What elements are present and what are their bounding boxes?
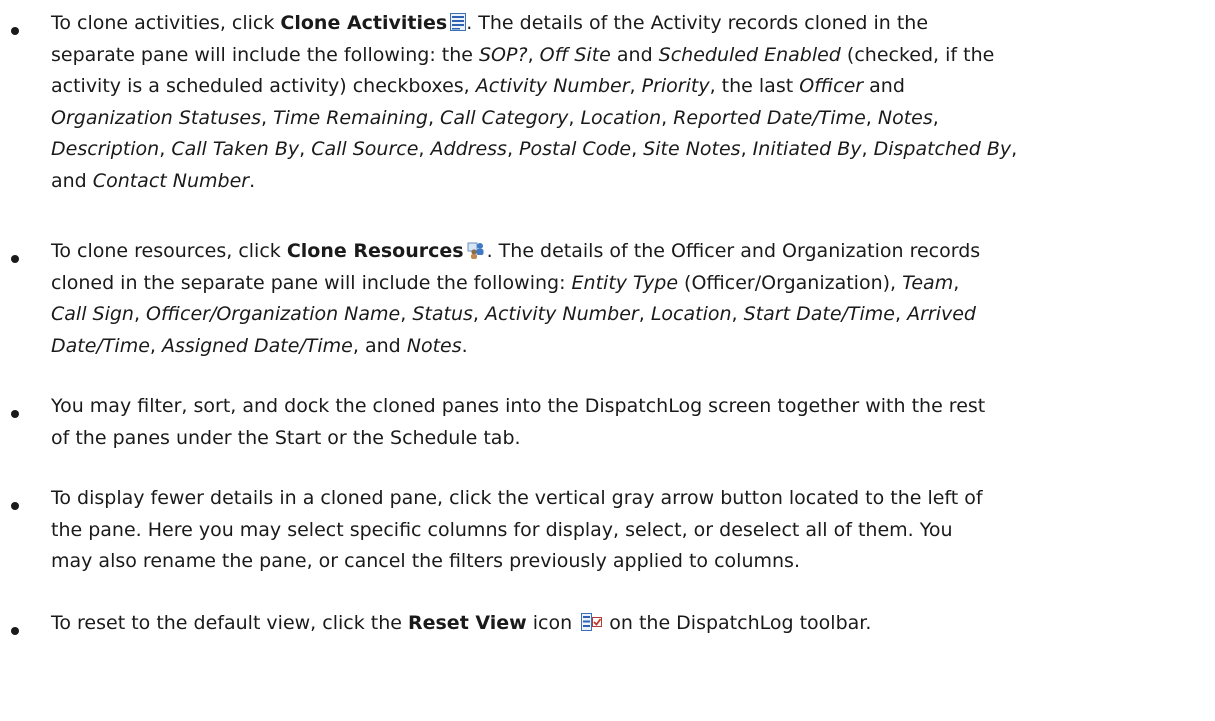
- bullet-marker: [11, 502, 19, 510]
- text-line: cloned in the separate pane will include…: [51, 271, 960, 294]
- bullet-filter-sort-dock: You may filter, sort, and dock the clone…: [51, 391, 1171, 454]
- bullet-marker: [11, 627, 19, 635]
- text-line: Call Sign, Officer/Organization Name, St…: [51, 303, 976, 325]
- clone-resources-label: Clone Resources: [286, 240, 464, 262]
- clone-resources-icon: [467, 241, 487, 259]
- text-line: activity is a scheduled activity) checkb…: [51, 75, 905, 97]
- bullet-marker: [11, 410, 19, 418]
- bullet-reset-view: To reset to the default view, click the …: [51, 608, 1171, 640]
- text-line: may also rename the pane, or cancel the …: [51, 550, 800, 572]
- text-line: of the panes under the Start or the Sche…: [51, 426, 521, 449]
- text-line: the pane. Here you may select specific c…: [51, 518, 953, 541]
- bullet-clone-resources: To clone resources, click Clone Resource…: [51, 236, 1171, 362]
- text-line: You may filter, sort, and dock the clone…: [51, 395, 986, 417]
- text-line: Organization Statuses, Time Remaining, C…: [51, 106, 939, 129]
- text-line: To clone resources, click Clone Resource…: [51, 240, 981, 262]
- bullet-marker: [11, 27, 19, 35]
- reset-view-icon: [581, 613, 603, 631]
- text-line: Description, Call Taken By, Call Source,…: [51, 138, 1018, 160]
- text-line: separate pane will include the following…: [51, 43, 995, 66]
- bullet-clone-activities: To clone activities, click Clone Activit…: [51, 8, 1171, 197]
- text-line: and Contact Number.: [51, 169, 256, 192]
- document-body: To clone activities, click Clone Activit…: [0, 0, 1215, 721]
- bullet-fewer-details: To display fewer details in a cloned pan…: [51, 483, 1171, 578]
- text-line: To reset to the default view, click the …: [51, 612, 872, 634]
- text-line: Date/Time, Assigned Date/Time, and Notes…: [51, 334, 468, 357]
- reset-view-label: Reset View: [407, 612, 527, 634]
- text-line: To display fewer details in a cloned pan…: [51, 487, 983, 509]
- clone-activities-label: Clone Activities: [280, 12, 448, 34]
- bullet-marker: [11, 255, 19, 263]
- text-line: To clone activities, click Clone Activit…: [51, 12, 929, 34]
- clone-activities-icon: [450, 13, 467, 31]
